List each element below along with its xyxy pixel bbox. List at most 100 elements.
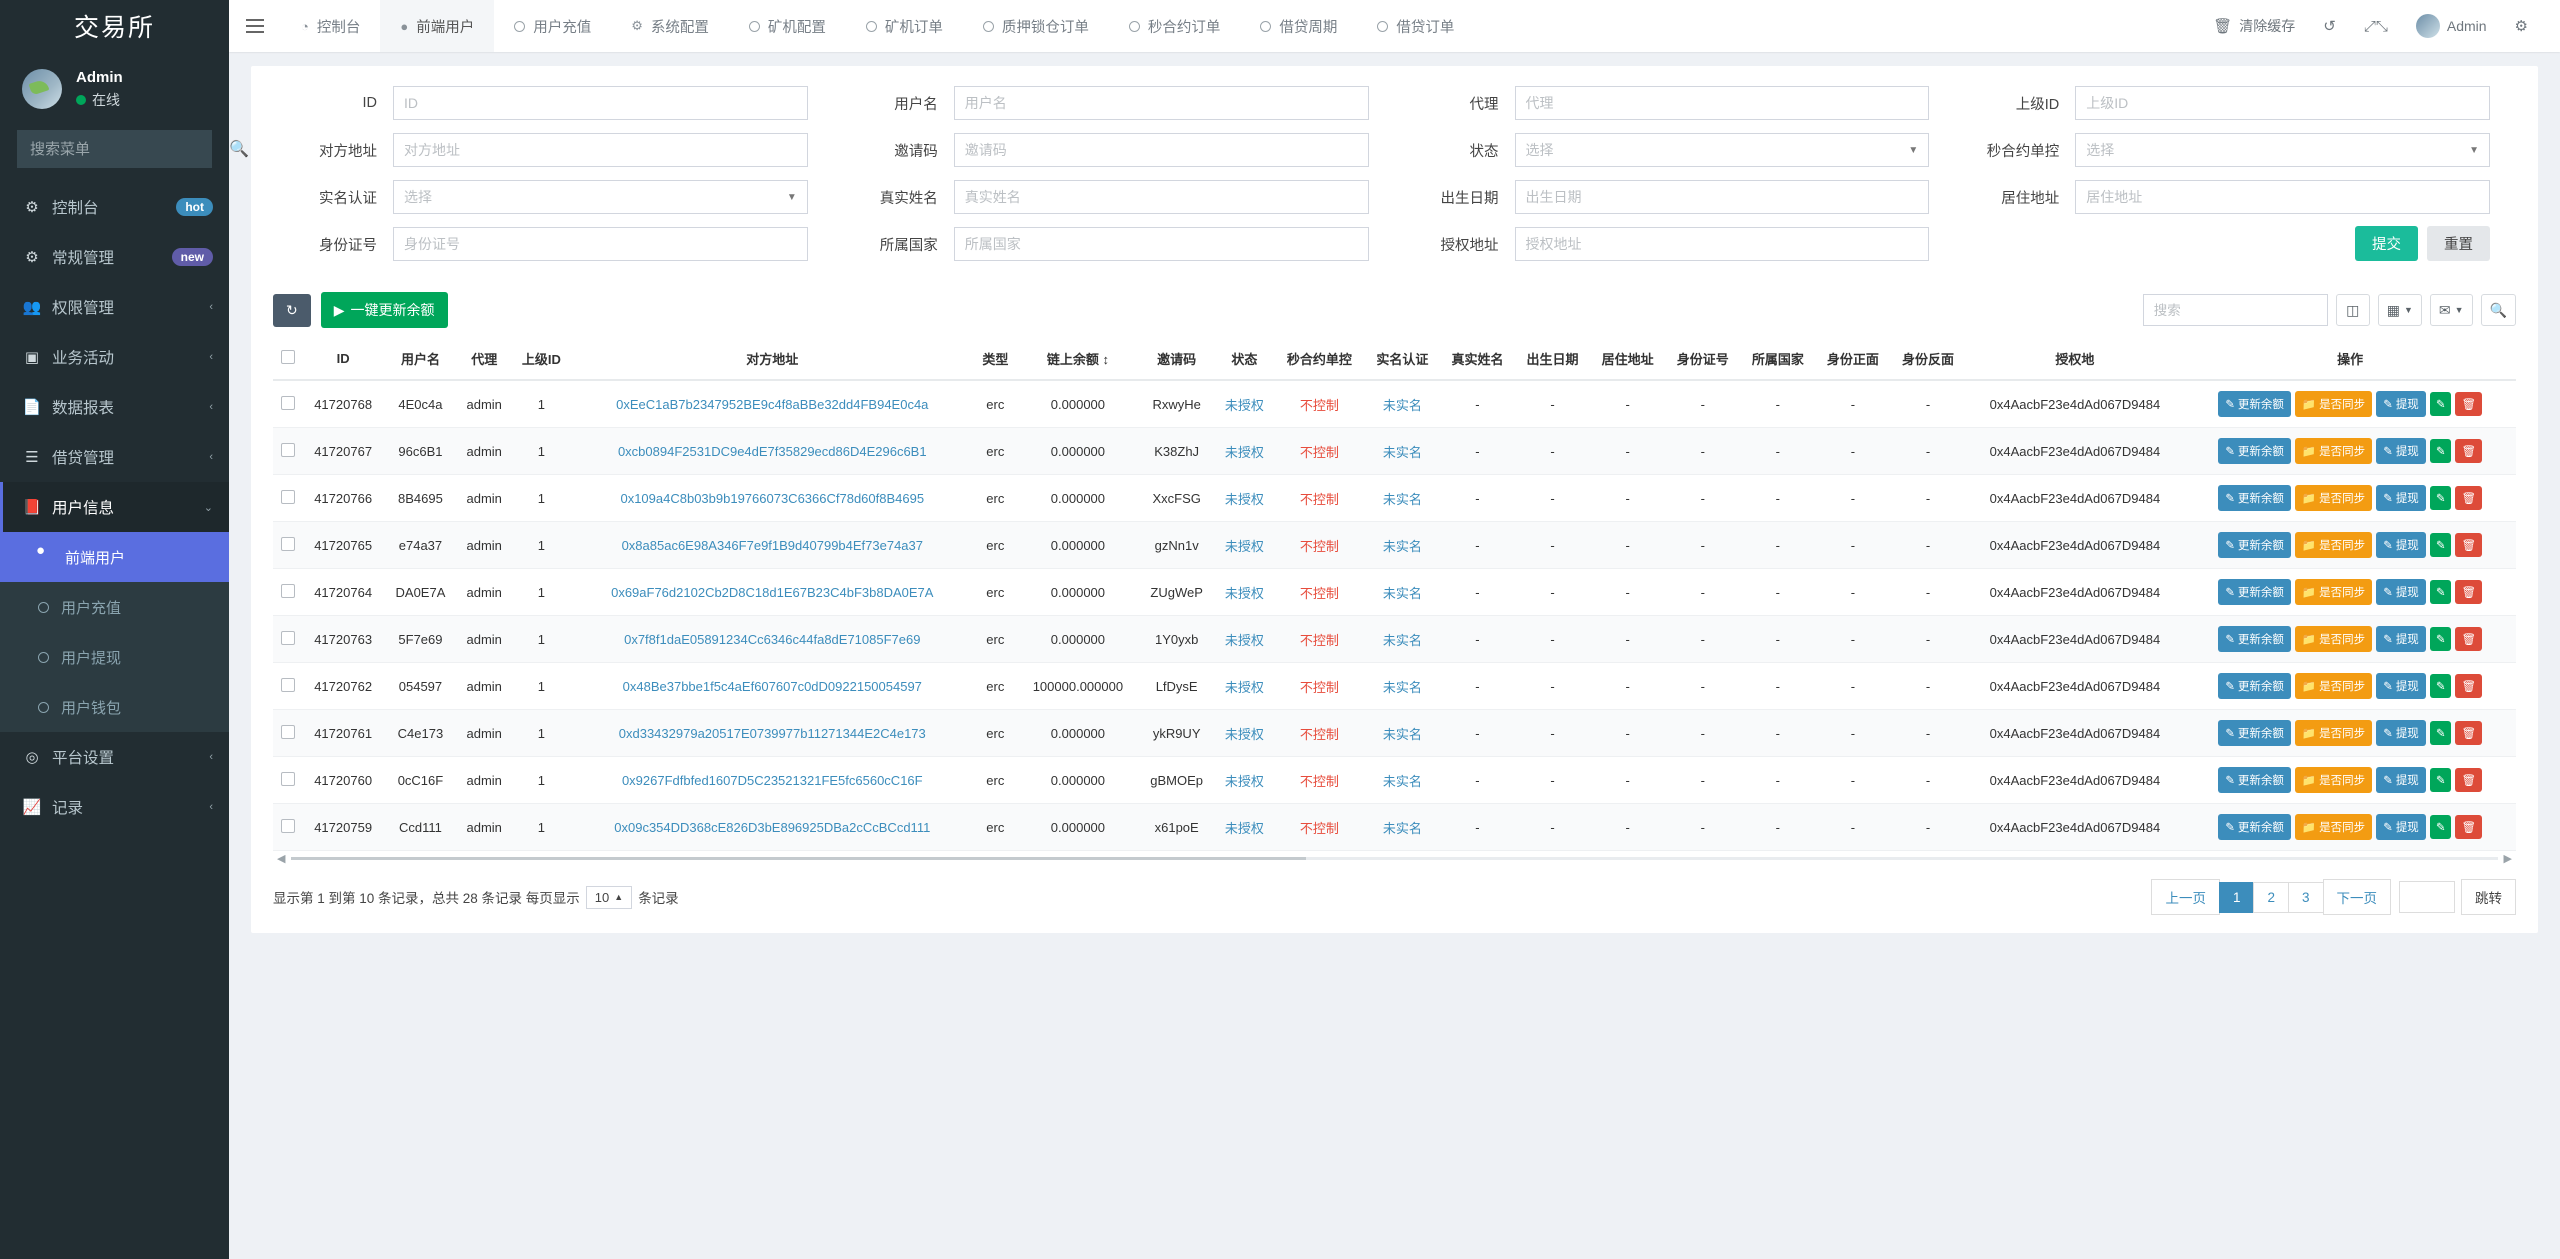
cell-control-link[interactable]: 不控制	[1300, 727, 1339, 742]
column-header-10[interactable]: 实名认证	[1364, 338, 1440, 381]
cell-status-link[interactable]: 未授权	[1225, 445, 1264, 460]
cell-status-link[interactable]: 未授权	[1225, 680, 1264, 695]
delete-button[interactable]: 🗑	[2455, 439, 2483, 463]
cell-control-link[interactable]: 不控制	[1300, 586, 1339, 601]
cell-address-link[interactable]: 0x7f8f1daE05891234Cc6346c44fa8dE71085F7e…	[624, 632, 920, 647]
cell-address-link[interactable]: 0xEeC1aB7b2347952BE9c4f8aBBe32dd4FB94E0c…	[616, 397, 928, 412]
sidebar-link-4[interactable]: 📄 数据报表 ‹	[0, 382, 229, 432]
tab-0[interactable]: ◔ 控制台	[281, 0, 380, 52]
cell-address-link[interactable]: 0x8a85ac6E98A346F7e9f1B9d40799b4Ef73e74a…	[622, 538, 923, 553]
cell-realname-auth-link[interactable]: 未实名	[1383, 539, 1422, 554]
delete-button[interactable]: 🗑	[2455, 392, 2483, 416]
sync-button[interactable]: 📁 是否同步	[2294, 391, 2373, 417]
withdraw-button[interactable]: ✎ 提现	[2376, 579, 2426, 605]
refresh-table-button[interactable]: ↻	[273, 293, 311, 327]
reset-button[interactable]: 重置	[2427, 225, 2490, 261]
form-input-上级ID[interactable]	[2075, 86, 2490, 120]
sidebar-sublink-3[interactable]: 用户钱包	[0, 682, 229, 732]
scroll-left-arrow-icon[interactable]: ◀	[277, 852, 285, 865]
form-select-秒合约单控[interactable]: 选择 ▼	[2075, 133, 2490, 167]
form-input-真实姓名[interactable]	[953, 180, 1369, 214]
delete-button[interactable]: 🗑	[2455, 533, 2483, 557]
grid-view-button[interactable]: ▦ ▼	[2377, 294, 2422, 326]
sidebar-sublink-2[interactable]: 用户提现	[0, 632, 229, 682]
withdraw-button[interactable]: ✎ 提现	[2376, 438, 2426, 464]
form-select-实名认证[interactable]: 选择 ▼	[393, 180, 808, 214]
page-button-2[interactable]: 2	[2253, 881, 2289, 913]
column-header-2[interactable]: 代理	[456, 338, 512, 381]
clear-cache-button[interactable]: 🗑 清除缓存	[2199, 0, 2309, 52]
cell-status-link[interactable]: 未授权	[1225, 398, 1264, 413]
cell-control-link[interactable]: 不控制	[1300, 680, 1339, 695]
tab-1[interactable]: ● 前端用户	[380, 0, 495, 52]
column-header-7[interactable]: 邀请码	[1138, 338, 1215, 381]
sidebar-link-1[interactable]: ⚙ 常规管理 new	[0, 232, 229, 282]
form-input-邀请码[interactable]	[953, 133, 1369, 167]
column-header-8[interactable]: 状态	[1214, 338, 1274, 381]
edit-button[interactable]: ✎	[2429, 439, 2452, 463]
tab-7[interactable]: 秒合约订单	[1109, 0, 1241, 52]
delete-button[interactable]: 🗑	[2455, 627, 2483, 651]
cell-control-link[interactable]: 不控制	[1300, 633, 1339, 648]
row-checkbox[interactable]	[280, 724, 295, 739]
row-checkbox[interactable]	[280, 489, 295, 504]
sidebar-search[interactable]: 🔍	[17, 130, 249, 168]
cell-address-link[interactable]: 0xcb0894F2531DC9e4dE7f35829ecd86D4E296c6…	[618, 444, 927, 459]
update-balance-button[interactable]: ✎ 更新余额	[2218, 673, 2291, 699]
form-input-授权地址[interactable]	[1514, 227, 1930, 261]
tab-5[interactable]: 矿机订单	[846, 0, 963, 52]
column-header-14[interactable]: 身份证号	[1665, 338, 1741, 381]
sidebar-link-2[interactable]: 👥 权限管理 ‹	[0, 282, 229, 332]
update-balance-button[interactable]: ✎ 更新余额	[2218, 720, 2291, 746]
select-all-checkbox[interactable]	[280, 350, 295, 364]
delete-button[interactable]: 🗑	[2455, 486, 2483, 510]
row-checkbox[interactable]	[280, 771, 295, 786]
cell-address-link[interactable]: 0xd33432979a20517E0739977b11271344E2C4e1…	[619, 726, 926, 741]
jump-button[interactable]: 跳转	[2461, 879, 2516, 915]
cell-control-link[interactable]: 不控制	[1300, 821, 1339, 836]
update-balance-button[interactable]: ✎ 更新余额	[2218, 438, 2291, 464]
sidebar-link-6[interactable]: 📕 用户信息 ⌄	[0, 482, 229, 532]
jump-page-input[interactable]	[2399, 881, 2455, 913]
tab-3[interactable]: ⚙ 系统配置	[611, 0, 729, 52]
delete-button[interactable]: 🗑	[2455, 580, 2483, 604]
user-menu-button[interactable]: Admin	[2402, 0, 2501, 52]
cell-status-link[interactable]: 未授权	[1225, 492, 1264, 507]
update-balance-button[interactable]: ✎ 更新余额	[2218, 485, 2291, 511]
form-input-ID[interactable]	[393, 86, 808, 120]
form-input-用户名[interactable]	[953, 86, 1369, 120]
cell-realname-auth-link[interactable]: 未实名	[1383, 445, 1422, 460]
column-header-6[interactable]: 链上余额 ↕	[1017, 338, 1139, 381]
cell-realname-auth-link[interactable]: 未实名	[1383, 821, 1422, 836]
cell-address-link[interactable]: 0x09c354DD368cE826D3bE896925DBa2cCcBCcd1…	[614, 820, 930, 835]
scroll-track[interactable]	[291, 856, 2498, 860]
delete-button[interactable]: 🗑	[2455, 674, 2483, 698]
edit-button[interactable]: ✎	[2429, 815, 2452, 839]
edit-button[interactable]: ✎	[2429, 674, 2452, 698]
cell-control-link[interactable]: 不控制	[1300, 398, 1339, 413]
sidebar-sublink-0[interactable]: 前端用户	[0, 532, 229, 582]
column-header-18[interactable]: 授权地	[1965, 338, 2185, 381]
form-input-出生日期[interactable]	[1514, 180, 1930, 214]
sync-button[interactable]: 📁 是否同步	[2294, 814, 2373, 840]
sync-button[interactable]: 📁 是否同步	[2294, 720, 2373, 746]
cell-realname-auth-link[interactable]: 未实名	[1383, 492, 1422, 507]
update-balance-button[interactable]: ✎ 更新余额	[2218, 532, 2291, 558]
cell-control-link[interactable]: 不控制	[1300, 774, 1339, 789]
cell-status-link[interactable]: 未授权	[1225, 539, 1264, 554]
form-input-身份证号[interactable]	[393, 227, 808, 261]
sync-button[interactable]: 📁 是否同步	[2294, 485, 2373, 511]
fullscreen-button[interactable]: ⤢⤡	[2350, 0, 2402, 52]
sync-button[interactable]: 📁 是否同步	[2294, 673, 2373, 699]
withdraw-button[interactable]: ✎ 提现	[2376, 485, 2426, 511]
next-page-button[interactable]: 下一页	[2322, 879, 2391, 915]
withdraw-button[interactable]: ✎ 提现	[2376, 720, 2426, 746]
page-button-1[interactable]: 1	[2218, 881, 2255, 913]
column-header-12[interactable]: 出生日期	[1515, 338, 1591, 381]
tab-6[interactable]: 质押锁仓订单	[963, 0, 1109, 52]
tab-2[interactable]: 用户充值	[494, 0, 611, 52]
cell-control-link[interactable]: 不控制	[1300, 445, 1339, 460]
cell-address-link[interactable]: 0x109a4C8b03b9b19766073C6366Cf78d60f8B46…	[620, 491, 924, 506]
sidebar-link-0[interactable]: ⚙ 控制台 hot	[0, 182, 229, 232]
sidebar-search-input[interactable]	[30, 140, 229, 158]
